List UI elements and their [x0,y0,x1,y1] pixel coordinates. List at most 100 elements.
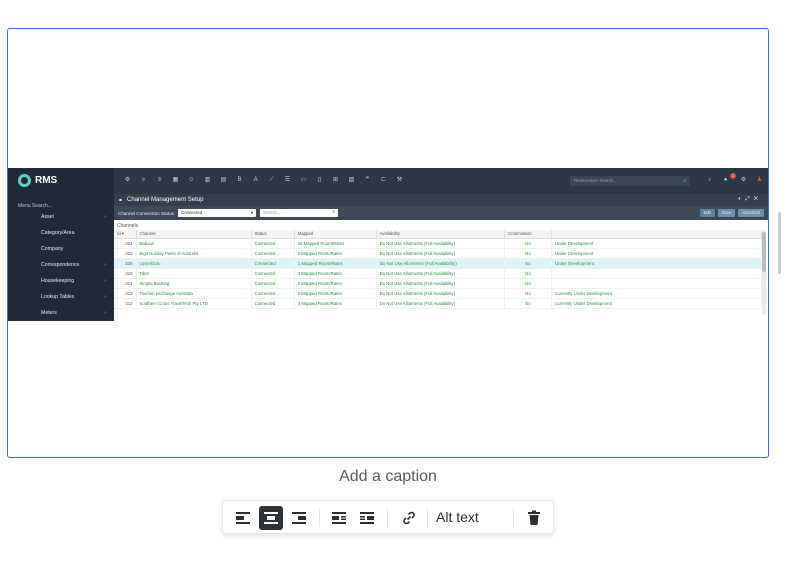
search-icon: ⌕ [141,177,146,183]
cell-channel: UpselGuru [136,258,252,269]
status-filter-value: Connected [180,210,203,215]
wrap-left-icon [332,512,346,524]
chevron-right-icon: › [104,278,106,284]
caption-placeholder[interactable]: Add a caption [0,468,776,486]
sidebar-item-label: Category/Area [41,230,75,236]
cell-status: Connected [251,298,295,309]
image-block-frame[interactable]: RMS Menu Search... Asset › Category/Area … [7,28,769,458]
align-center-button[interactable] [259,506,283,530]
sidebar-item-label: Company [41,246,64,252]
rms-logo-mark [18,174,31,187]
sidebar-item-label: Meters [41,310,57,316]
rms-sidebar: RMS Menu Search... Asset › Category/Area … [8,168,114,321]
image-toolbar: Alt text [222,500,554,534]
grid-scrollbar [762,230,766,315]
grid-search-placeholder: Search... [262,210,281,215]
cell-status: Connected [251,258,295,269]
cell-id: 313 [114,288,137,299]
cell-channel: Simple Booking [136,278,252,289]
table-row: 313 Tourism eXchange Australia Connected 2 … [114,288,762,299]
quote-icon: ❞ [365,177,370,183]
sidebar-item-meters: Meters › [8,305,114,321]
cell-availability: Do Not Use Allotments (Full Availability… [376,258,506,269]
cell-status: Connected [251,288,295,299]
window-title: Channel Management Setup [127,197,204,203]
cell-note: Under Development [551,258,762,269]
cell-id: 322 [114,248,137,259]
channels-section-label: Channels [117,223,139,229]
toolbar-divider [387,509,388,527]
channels-grid: Id ▾ Channel Status Mapped Availability … [114,230,762,309]
cell-status: Connected [251,238,295,249]
cell-channel: Babuun [136,238,252,249]
table-row: 322 Big4 Holiday Parks of Australia Connec… [114,248,762,259]
sidebar-item-label: Housekeeping [41,278,75,284]
sidebar-item-label: Correspondence [41,262,80,268]
sidebar-item-label: Lookup Tables [41,294,75,300]
cell-mapped: 0 Mapped Room/Rates [294,278,377,289]
wrap-left-button[interactable] [327,506,351,530]
window-controls-icon: ◐⤢✕ [738,196,762,202]
handshake-icon: ⚭ [118,197,124,204]
align-left-button[interactable] [231,506,255,530]
save-exit-button: Save/Exit [738,209,764,217]
cell-mapped: 2 Mapped Room/Rates [294,248,377,259]
cell-note: Under Development [551,238,762,249]
link-button[interactable] [397,506,421,530]
cell-id: 324 [114,238,137,249]
align-right-button[interactable] [287,506,311,530]
chevron-down-icon: ▾ [250,210,253,215]
cell-mapped: 1 Mapped Room/Rates [294,258,377,269]
cell-channel: Tourism eXchange Australia [136,288,252,299]
bed-icon: ⊏ [380,177,387,183]
cell-mapped: 2 Mapped Room/Rates [294,288,377,299]
cell-mapped: 3 Mapped Room/Rates [294,268,377,279]
toolbar-divider [513,509,514,527]
gear-icon: ⚙ [740,177,747,183]
sidebar-item-label: Asset [41,214,54,220]
top-resize-handle[interactable] [394,0,408,4]
page-scrollbar[interactable] [778,212,781,274]
sidebar-item-housekeeping: Housekeeping › [8,273,114,289]
cell-status: Connected [251,248,295,259]
wrap-right-button[interactable] [355,506,379,530]
search-icon: ⌕ [332,209,335,214]
cell-note: Currently Under Development [551,298,762,309]
cell-commission: No [504,288,552,299]
cell-commission: No [504,248,552,259]
rms-logo-text: RMS [35,175,58,186]
cell-commission: No [504,298,552,309]
grid-header-row: Id ▾ Channel Status Mapped Availability … [114,230,762,239]
settings-icon: ⚙ [124,177,131,183]
cell-note [551,268,762,279]
column-header-status: Status [251,230,295,239]
document-icon: ▯ [317,177,322,183]
chevron-right-icon: › [104,294,106,300]
table-row: 314 Simple Booking Connected 0 Mapped Room/… [114,278,762,289]
status-filter-select: Connected ▾ [177,209,256,217]
cell-mapped: 15 Mapped Room/Rates [294,238,377,249]
line-chart-icon: ⟋ [269,177,274,183]
delete-button[interactable] [522,506,546,530]
reservation-search-placeholder: Reservation Search... [574,178,618,183]
cell-channel: Southern Cross TravelTech Pty LTD [136,298,252,309]
save-button: Save [717,209,736,217]
cell-note: Currently Under Development [551,288,762,299]
bold-icon: B [237,177,242,183]
sidebar-item-category-area: Category/Area [8,225,114,241]
alt-text-button[interactable]: Alt text [436,509,479,525]
sidebar-item-company: Company [8,241,114,257]
report-icon: ▧ [348,177,355,183]
align-left-icon [236,512,250,524]
grid-search-input: Search... ⌕ [259,209,338,217]
grid-icon: ▤ [220,177,227,183]
table-row: 312 Southern Cross TravelTech Pty LTD Conn… [114,298,762,309]
rms-top-toolbar: ⚙ ⌕ ≡ ▦ ☺ ▥ ▤ B A ⟋ ☰ ▭ ▯ ⊞ ▧ ❞ ⊏ ⚒ Rese… [114,168,768,194]
cell-commission: No [504,238,552,249]
notification-badge: 1 [730,173,736,179]
cell-availability: Do Not Use Allotments (Full Availability… [376,278,506,289]
user-icon: ♟ [756,177,763,183]
search-icon: ⌕ [683,178,686,183]
column-header-mapped: Mapped [294,230,377,239]
column-header-availability: Availability [376,230,506,239]
